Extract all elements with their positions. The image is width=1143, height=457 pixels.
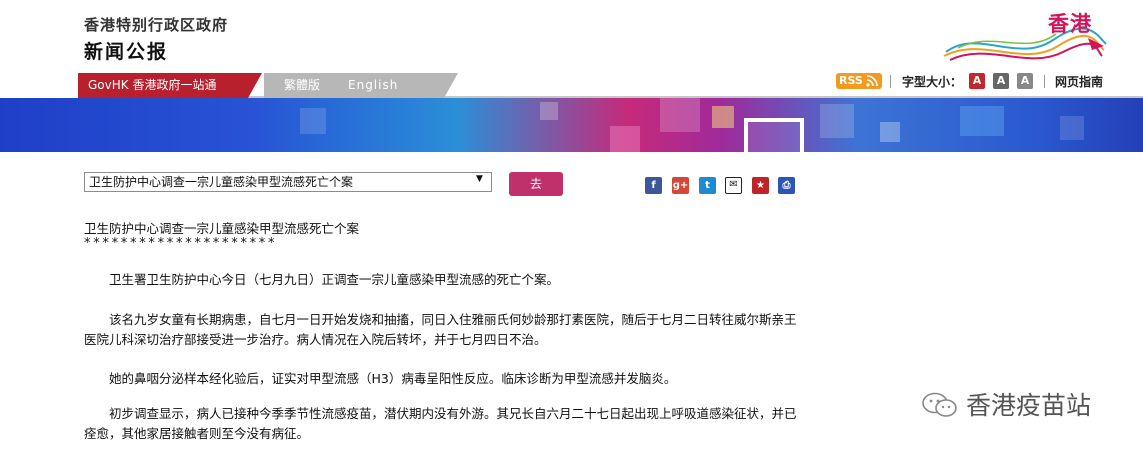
header-banner (0, 98, 1143, 152)
email-share-icon[interactable]: ✉ (725, 177, 742, 194)
tab-govhk[interactable]: GovHK 香港政府一站通 (78, 73, 248, 98)
go-button[interactable]: 去 (509, 172, 563, 196)
google-plus-share-icon[interactable]: g+ (672, 177, 689, 194)
font-size-large-button[interactable]: A (1017, 73, 1033, 89)
article-paragraph: 她的鼻咽分泌样本经化验后，证实对甲型流感（H3）病毒呈阳性反应。临床诊断为甲型流… (109, 371, 677, 386)
government-name: 香港特别行政区政府 (84, 16, 229, 34)
article-paragraph: 卫生署卫生防护中心今日（七月九日）正调查一宗儿童感染甲型流感的死亡个案。 (109, 272, 560, 287)
article-title: 卫生防护中心调查一宗儿童感染甲型流感死亡个案 (84, 221, 360, 236)
rss-label: RSS (839, 74, 863, 87)
chevron-down-icon[interactable]: ▼ (476, 174, 483, 184)
rss-icon (866, 75, 878, 87)
font-size-small-button[interactable]: A (969, 73, 985, 89)
twitter-share-icon[interactable]: t (699, 177, 716, 194)
tools-separator (1044, 75, 1045, 88)
site-guide-link[interactable]: 网页指南 (1055, 73, 1103, 90)
tab-govhk-tip (248, 73, 262, 98)
tab-english[interactable]: English (348, 73, 398, 98)
article-paragraph: 该名九岁女童有长期病患，自七月一日开始发烧和抽搐，同日入住雅丽氏何妙龄那打素医院… (84, 312, 797, 347)
title-underline: ********************* (84, 236, 278, 251)
tools-separator (890, 75, 891, 88)
print-icon[interactable]: ⎙ (778, 177, 795, 194)
font-size-medium-button[interactable]: A (993, 73, 1009, 89)
tab-traditional-tip (444, 73, 458, 98)
watermark-text: 香港疫苗站 (966, 391, 1092, 420)
brand-hong-kong-text: 香港 (1048, 12, 1092, 36)
bookmark-icon[interactable]: ★ (752, 177, 769, 194)
font-size-label: 字型大小： (902, 75, 963, 89)
press-releases-title: 新闻公报 (84, 41, 169, 63)
press-release-selector[interactable]: 卫生防护中心调查一宗儿童感染甲型流感死亡个案 (84, 172, 492, 192)
facebook-share-icon[interactable]: f (645, 177, 662, 194)
wechat-icon (922, 392, 957, 417)
article-paragraph: 初步调查显示，病人已接种今季季节性流感疫苗，潜伏期内没有外游。其兄长自六月二十七… (84, 406, 797, 441)
